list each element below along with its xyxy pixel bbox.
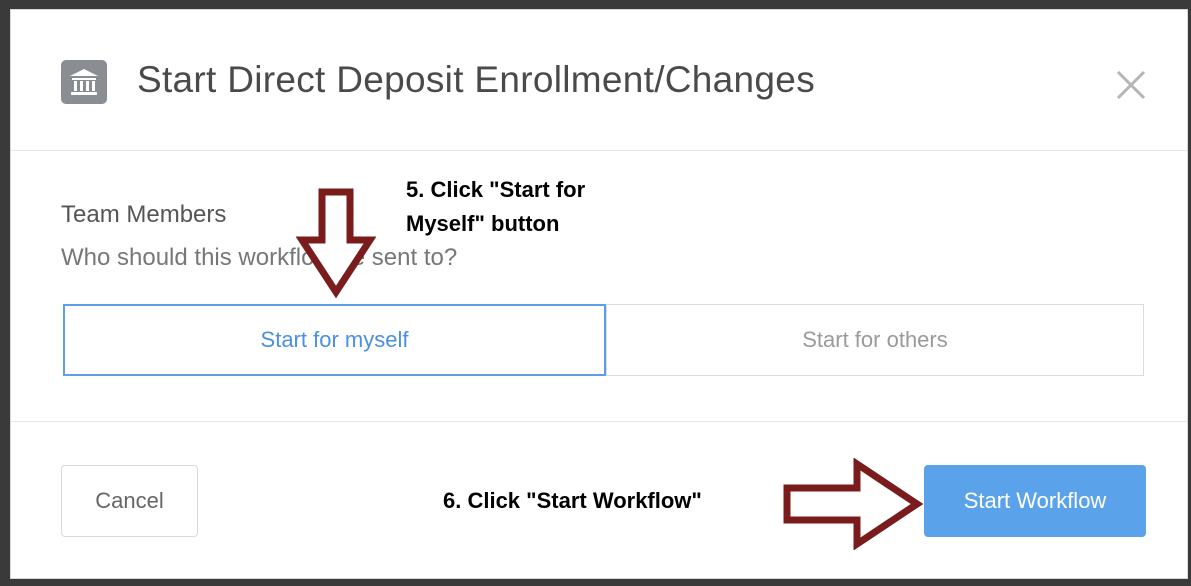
step-5-annotation: 5. Click "Start for Myself" button xyxy=(406,177,586,236)
modal-header: Start Direct Deposit Enrollment/Changes xyxy=(11,10,1187,151)
direct-deposit-modal: Start Direct Deposit Enrollment/Changes … xyxy=(10,9,1188,579)
close-icon[interactable] xyxy=(1114,68,1148,102)
cancel-button[interactable]: Cancel xyxy=(61,465,198,537)
down-arrow-icon xyxy=(296,188,376,298)
start-workflow-button[interactable]: Start Workflow xyxy=(924,465,1146,537)
start-for-myself-button[interactable]: Start for myself xyxy=(63,304,606,376)
recipient-question: Who should this workflow be sent to? xyxy=(61,244,458,271)
step-6-annotation: 6. Click "Start Workflow" xyxy=(443,488,702,513)
bank-icon xyxy=(61,60,107,104)
modal-title: Start Direct Deposit Enrollment/Changes xyxy=(137,59,815,100)
footer-divider xyxy=(11,421,1187,422)
right-arrow-icon xyxy=(783,458,923,550)
start-for-others-button[interactable]: Start for others xyxy=(606,304,1144,376)
team-members-label: Team Members xyxy=(61,201,227,228)
